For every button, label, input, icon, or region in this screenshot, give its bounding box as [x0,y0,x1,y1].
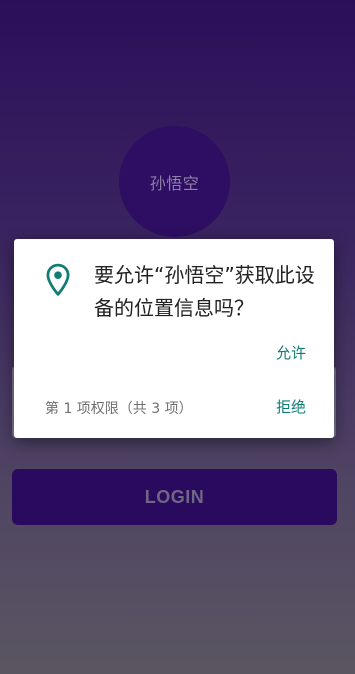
app-screen: 孙悟空 LOGIN 要允许“孙悟空”获取此设备的位置信息吗？ 允许 第 1 项权… [0,0,355,674]
avatar: 孙悟空 [119,126,230,237]
login-button-label: LOGIN [144,486,205,507]
location-pin-icon [46,263,70,296]
login-button[interactable]: LOGIN [12,469,337,525]
avatar-name: 孙悟空 [149,173,200,193]
deny-button[interactable]: 拒绝 [276,396,306,417]
allow-button[interactable]: 允许 [276,342,306,363]
permission-message: 要允许“孙悟空”获取此设备的位置信息吗？ [94,263,315,320]
permission-counter: 第 1 项权限（共 3 项） [45,401,193,417]
permission-dialog: 要允许“孙悟空”获取此设备的位置信息吗？ 允许 第 1 项权限（共 3 项） 拒… [14,239,334,438]
